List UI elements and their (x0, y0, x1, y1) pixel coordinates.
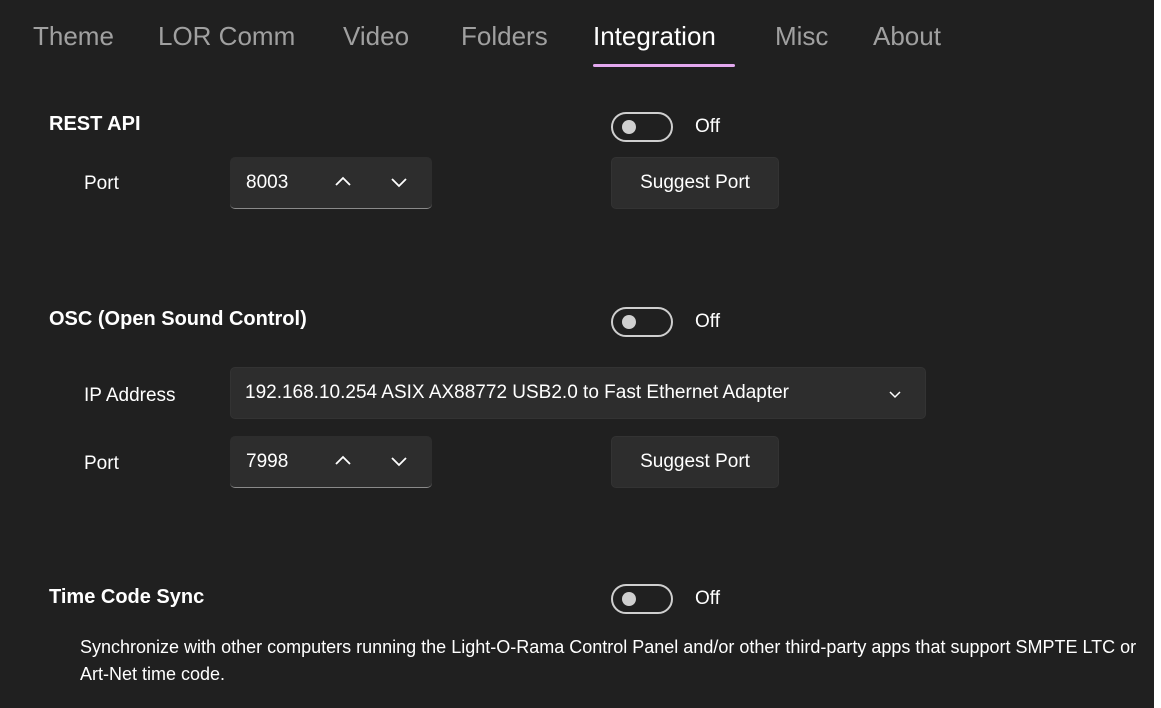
settings-tab-bar: Theme LOR Comm Video Folders Integration… (0, 0, 1154, 72)
time-code-sync-toggle-state: Off (695, 588, 720, 609)
rest-api-port-input[interactable]: 8003 (230, 157, 432, 209)
chevron-up-icon[interactable] (330, 169, 356, 195)
integration-settings-panel: Theme LOR Comm Video Folders Integration… (0, 0, 1154, 708)
osc-suggest-port-button[interactable]: Suggest Port (611, 436, 779, 488)
tab-folders[interactable]: Folders (461, 16, 548, 56)
toggle-knob (622, 592, 636, 606)
rest-api-suggest-port-button[interactable]: Suggest Port (611, 157, 779, 209)
tab-lor-comm[interactable]: LOR Comm (158, 16, 295, 56)
osc-port-label: Port (84, 453, 119, 474)
chevron-down-icon[interactable] (386, 448, 412, 474)
tab-video[interactable]: Video (343, 16, 409, 56)
ip-address-value: 192.168.10.254 ASIX AX88772 USB2.0 to Fa… (245, 382, 790, 403)
toggle-knob (622, 315, 636, 329)
chevron-up-icon[interactable] (330, 448, 356, 474)
rest-api-toggle-state: Off (695, 116, 720, 137)
time-code-sync-toggle[interactable] (611, 584, 673, 614)
tab-about[interactable]: About (873, 16, 941, 56)
chevron-down-icon[interactable] (386, 169, 412, 195)
osc-ip-address-select[interactable]: 192.168.10.254 ASIX AX88772 USB2.0 to Fa… (230, 367, 926, 419)
osc-toggle[interactable] (611, 307, 673, 337)
chevron-down-icon (887, 386, 903, 402)
port-value: 8003 (246, 172, 289, 193)
osc-port-input[interactable]: 7998 (230, 436, 432, 488)
osc-ip-address-label: IP Address (84, 385, 176, 406)
tab-integration[interactable]: Integration (593, 16, 716, 56)
port-value: 7998 (246, 451, 289, 472)
active-tab-indicator (593, 64, 735, 67)
osc-title: OSC (Open Sound Control) (49, 308, 307, 330)
rest-api-title: REST API (49, 113, 141, 135)
rest-api-toggle[interactable] (611, 112, 673, 142)
toggle-knob (622, 120, 636, 134)
tab-misc[interactable]: Misc (775, 16, 828, 56)
rest-api-port-label: Port (84, 173, 119, 194)
osc-toggle-state: Off (695, 311, 720, 332)
tab-theme[interactable]: Theme (33, 16, 114, 56)
time-code-sync-title: Time Code Sync (49, 586, 205, 608)
time-code-sync-description: Synchronize with other computers running… (80, 637, 1137, 684)
